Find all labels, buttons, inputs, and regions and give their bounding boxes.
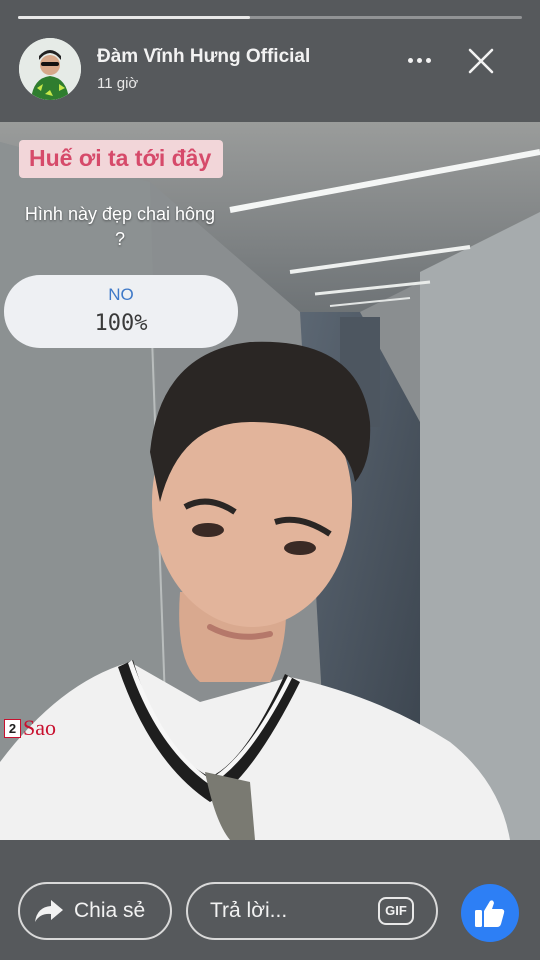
sticker-title: Huế ơi ta tới đây xyxy=(19,140,224,178)
author-name[interactable]: Đàm Vĩnh Hưng Official xyxy=(97,46,310,68)
story-progress-fill xyxy=(18,16,250,19)
watermark-number: 2 xyxy=(4,718,21,738)
gif-button[interactable]: GIF xyxy=(378,897,414,925)
close-button[interactable] xyxy=(464,44,498,78)
share-label: Chia sẻ xyxy=(74,899,146,922)
more-icon xyxy=(407,57,413,63)
avatar[interactable] xyxy=(19,38,81,100)
watermark-logo: 2 Sao xyxy=(4,715,56,741)
story-progress-bar xyxy=(18,16,522,19)
poll-result[interactable]: NO 100% xyxy=(4,275,238,348)
post-time: 11 giờ xyxy=(97,75,139,92)
thumbs-up-icon xyxy=(475,900,505,927)
share-arrow-icon xyxy=(35,900,63,922)
story-footer: Chia sẻ Trả lời... GIF xyxy=(0,840,540,960)
share-button[interactable]: Chia sẻ xyxy=(18,882,172,940)
poll-question: Hình này đẹp chai hông ? xyxy=(24,204,216,249)
story-content[interactable]: Huế ơi ta tới đây Hình này đẹp chai hông… xyxy=(0,122,540,840)
reply-input[interactable]: Trả lời... GIF xyxy=(186,882,438,940)
reply-placeholder: Trả lời... xyxy=(210,899,288,922)
avatar-image xyxy=(19,38,81,100)
story-header: Đàm Vĩnh Hưng Official 11 giờ xyxy=(0,0,540,122)
like-button[interactable] xyxy=(461,884,519,942)
poll-percent: 100% xyxy=(94,311,148,336)
close-icon xyxy=(468,48,494,74)
watermark-text: Sao xyxy=(23,715,56,740)
more-options-button[interactable] xyxy=(402,46,436,74)
poll-option-label: NO xyxy=(108,285,134,304)
